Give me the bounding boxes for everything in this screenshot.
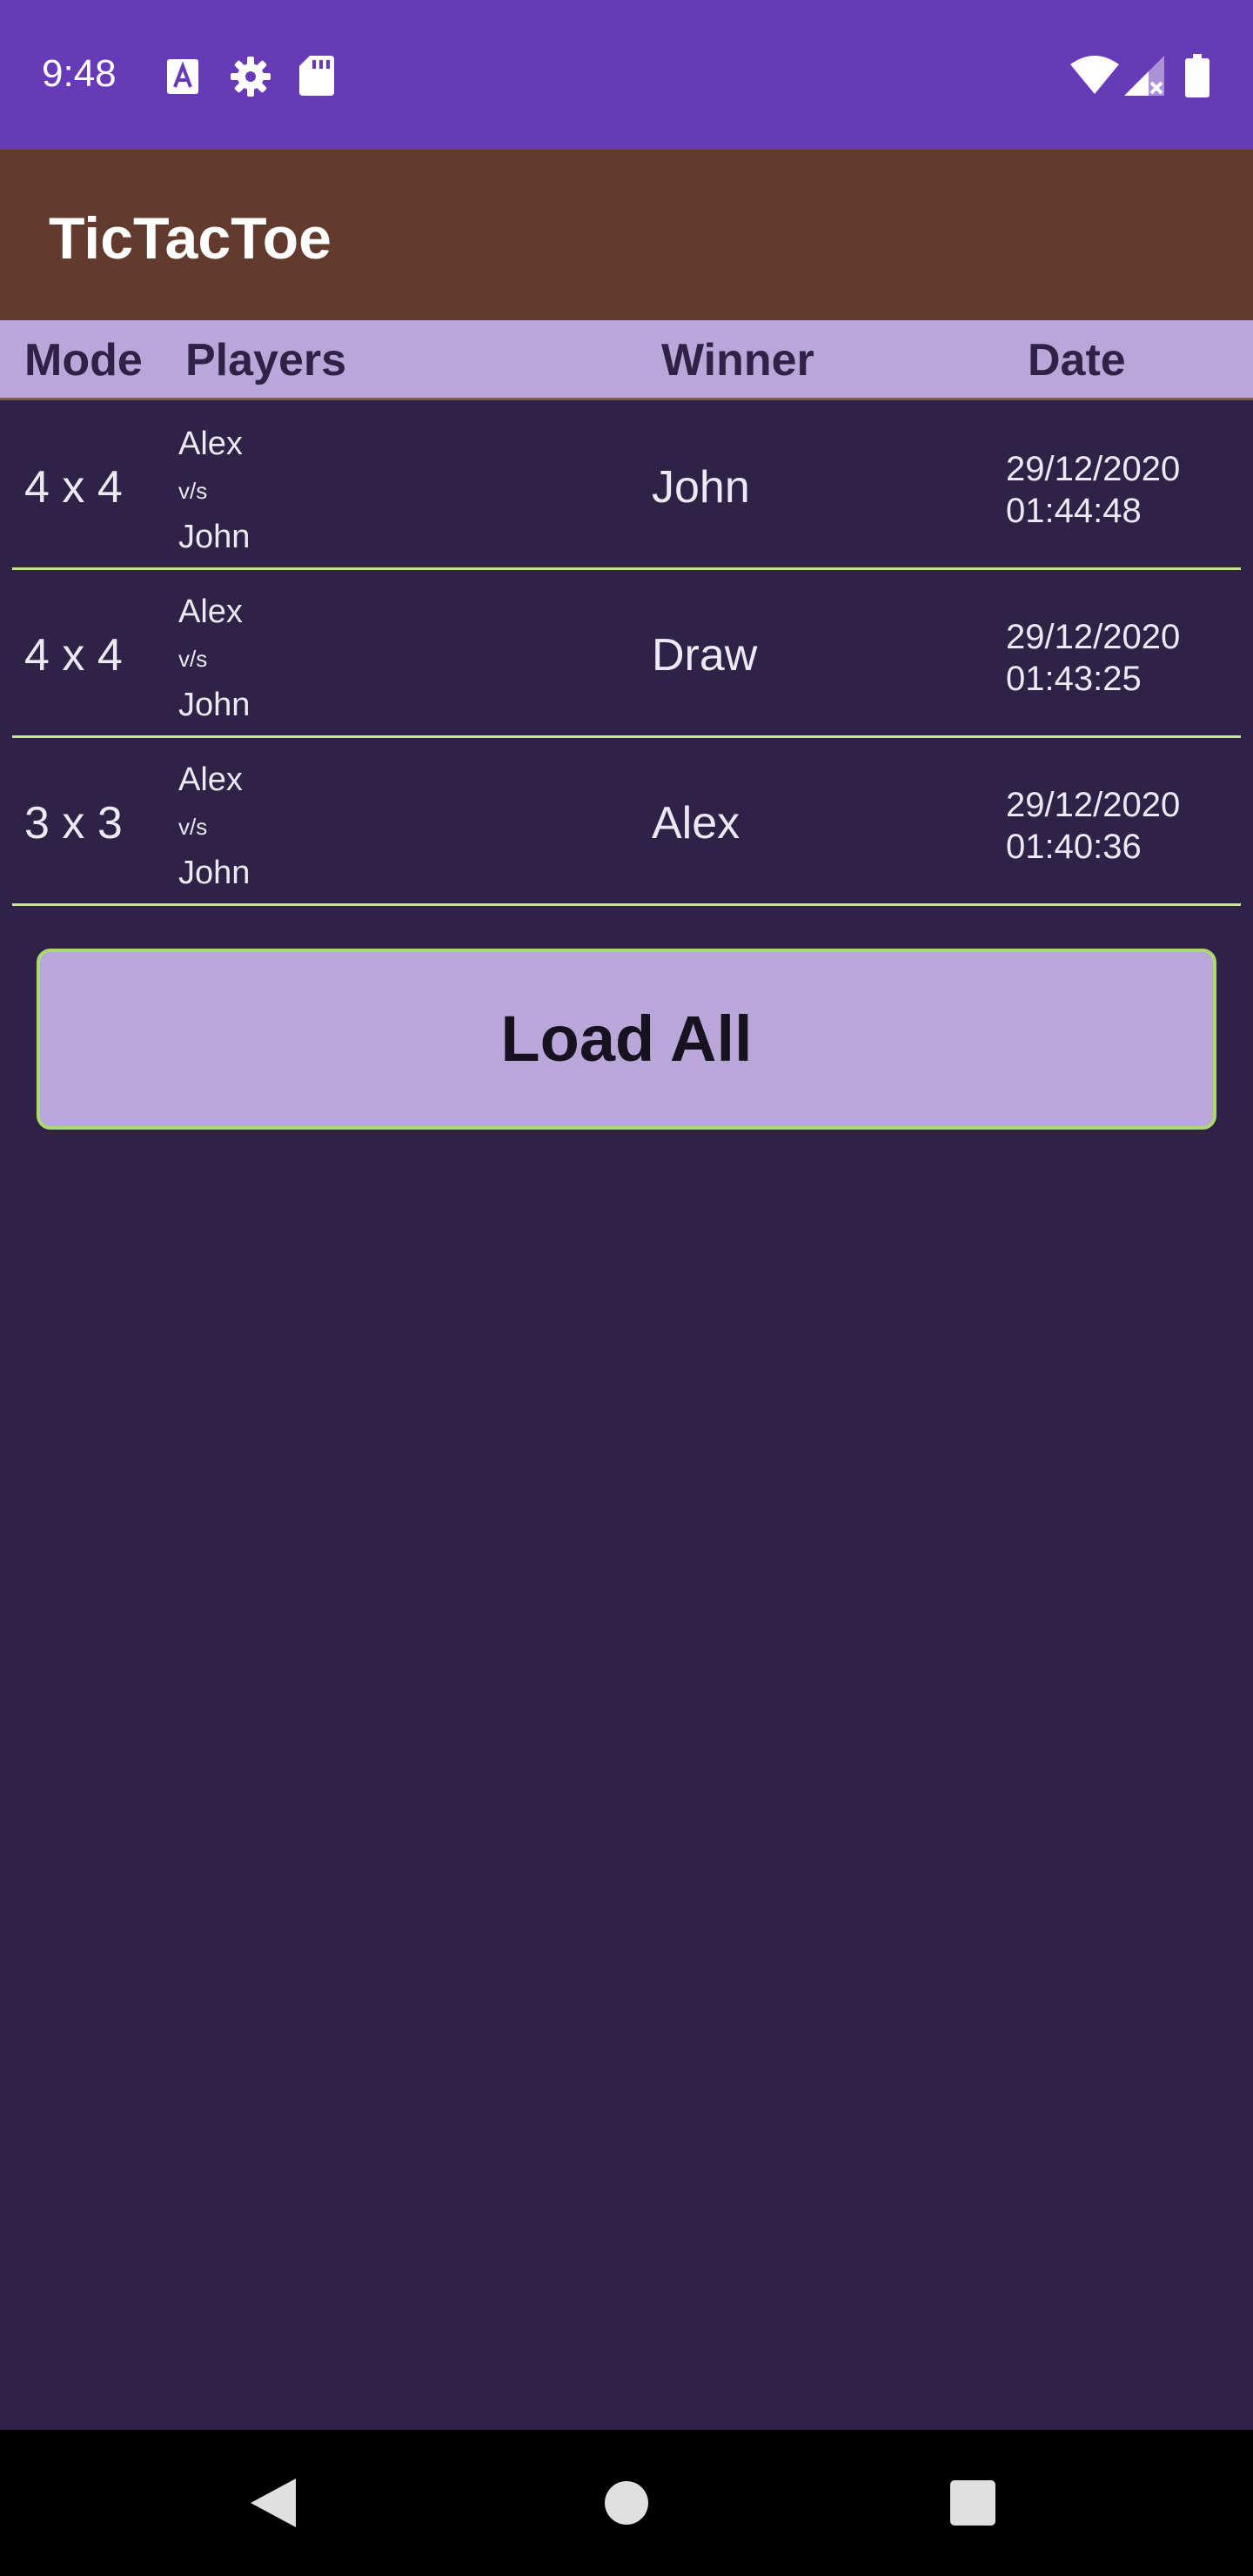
battery-icon: [1185, 54, 1209, 97]
row-time: 01:43:25: [1006, 660, 1142, 698]
header-players: Players: [185, 335, 347, 386]
row-player-2: John: [178, 855, 251, 891]
app-title: TicTacToe: [49, 205, 332, 272]
row-time: 01:40:36: [1006, 828, 1142, 866]
recents-icon[interactable]: [950, 2480, 995, 2526]
row-datetime: 29/12/2020 01:43:25: [1006, 616, 1180, 700]
header-winner: Winner: [661, 335, 814, 386]
row-winner: John: [652, 462, 750, 513]
app-bar: TicTacToe: [0, 150, 1253, 320]
game-row: 4 x 4 Alex v/s John Draw 29/12/2020 01:4…: [0, 570, 1253, 738]
row-player-1: Alex: [178, 761, 243, 798]
cell-signal-icon: [1124, 56, 1164, 96]
settings-gear-icon: [231, 57, 271, 97]
navigation-bar: [0, 2430, 1253, 2576]
back-icon[interactable]: [251, 2479, 296, 2527]
status-time: 9:48: [42, 52, 117, 95]
status-bar: 9:48: [0, 0, 1253, 150]
row-player-1: Alex: [178, 426, 243, 462]
row-player-2: John: [178, 687, 251, 723]
sd-card-icon: [299, 56, 334, 96]
row-versus: v/s: [178, 814, 208, 840]
row-winner: Alex: [652, 798, 740, 849]
row-winner: Draw: [652, 630, 758, 681]
row-date: 29/12/2020: [1006, 618, 1181, 656]
row-date: 29/12/2020: [1006, 786, 1181, 824]
table-header: Mode Players Winner Date: [0, 320, 1253, 400]
row-time: 01:44:48: [1006, 492, 1142, 530]
home-icon[interactable]: [604, 2480, 649, 2526]
header-date: Date: [1028, 335, 1126, 386]
row-player-1: Alex: [178, 594, 243, 630]
row-mode: 4 x 4: [24, 462, 123, 513]
row-date: 29/12/2020: [1006, 450, 1181, 488]
row-versus: v/s: [178, 646, 208, 672]
text-a-icon: [167, 59, 198, 94]
wifi-icon: [1070, 56, 1119, 94]
game-list: 4 x 4 Alex v/s John John 29/12/2020 01:4…: [0, 402, 1253, 906]
header-mode: Mode: [24, 335, 143, 386]
row-mode: 4 x 4: [24, 630, 123, 681]
load-all-button[interactable]: Load All: [37, 949, 1216, 1130]
game-row: 3 x 3 Alex v/s John Alex 29/12/2020 01:4…: [0, 738, 1253, 906]
row-divider: [12, 903, 1241, 906]
row-datetime: 29/12/2020 01:44:48: [1006, 448, 1180, 532]
row-player-2: John: [178, 519, 251, 555]
row-versus: v/s: [178, 478, 208, 504]
row-datetime: 29/12/2020 01:40:36: [1006, 784, 1180, 868]
row-mode: 3 x 3: [24, 798, 123, 849]
game-row: 4 x 4 Alex v/s John John 29/12/2020 01:4…: [0, 402, 1253, 570]
